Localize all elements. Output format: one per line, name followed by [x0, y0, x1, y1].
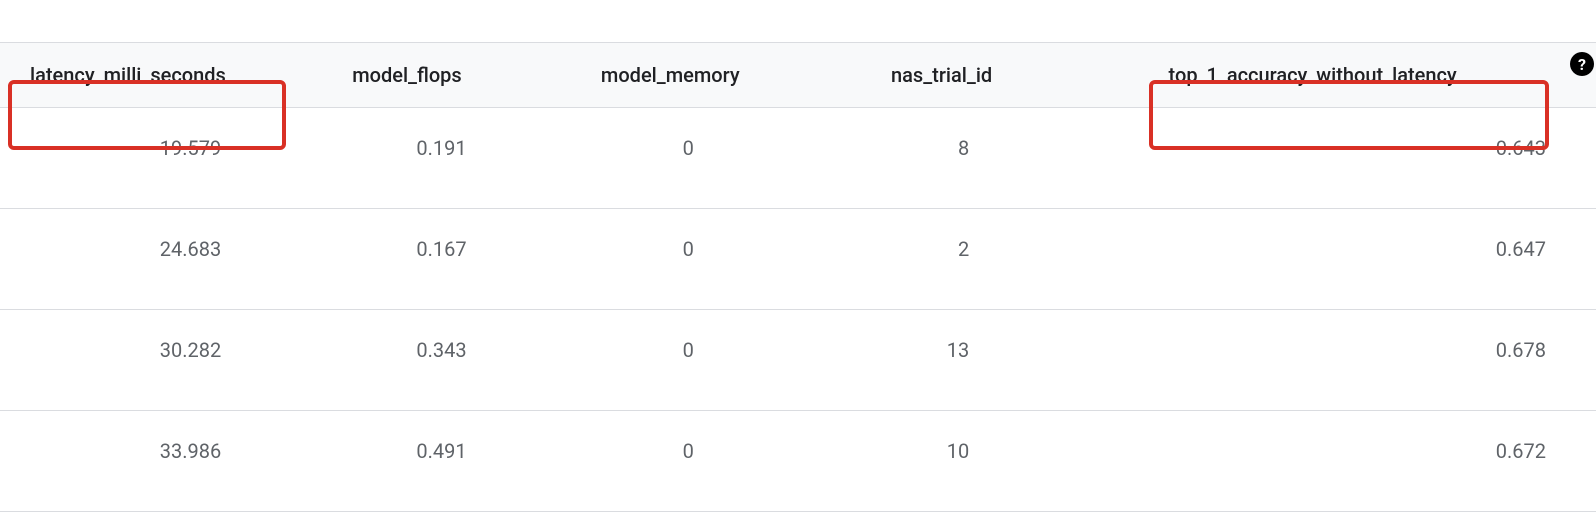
table-row[interactable]: 30.2820.3430130.678 — [0, 310, 1596, 411]
cell-trial: 13 — [814, 310, 1069, 411]
col-header-memory-label: model_memory — [601, 63, 740, 87]
cell-memory: 0 — [527, 310, 814, 411]
col-header-flops-label: model_flops — [352, 63, 462, 87]
cell-flops: 0.191 — [287, 108, 526, 209]
table-header-row: latency_milli_seconds model_flops model_… — [0, 43, 1596, 108]
col-header-latency[interactable]: latency_milli_seconds — [0, 43, 287, 108]
col-header-trial-label: nas_trial_id — [891, 63, 992, 87]
cell-latency: 33.986 — [0, 411, 287, 512]
cell-latency: 19.579 — [0, 108, 287, 209]
cell-accuracy: 0.643 — [1069, 108, 1596, 209]
table-row[interactable]: 19.5790.191080.643 — [0, 108, 1596, 209]
col-header-flops[interactable]: model_flops — [287, 43, 526, 108]
col-header-latency-label: latency_milli_seconds — [30, 63, 226, 87]
cell-accuracy: 0.678 — [1069, 310, 1596, 411]
results-table: latency_milli_seconds model_flops model_… — [0, 42, 1596, 512]
cell-accuracy: 0.672 — [1069, 411, 1596, 512]
cell-memory: 0 — [527, 411, 814, 512]
cell-flops: 0.491 — [287, 411, 526, 512]
col-header-accuracy-label: top_1_accuracy_without_latency — [1169, 63, 1457, 87]
col-header-accuracy[interactable]: top_1_accuracy_without_latency — [1069, 43, 1596, 108]
col-header-trial[interactable]: nas_trial_id — [814, 43, 1069, 108]
cell-memory: 0 — [527, 209, 814, 310]
cell-flops: 0.167 — [287, 209, 526, 310]
cell-trial: 10 — [814, 411, 1069, 512]
cell-trial: 2 — [814, 209, 1069, 310]
cell-trial: 8 — [814, 108, 1069, 209]
cell-memory: 0 — [527, 108, 814, 209]
col-header-memory[interactable]: model_memory — [527, 43, 814, 108]
cell-flops: 0.343 — [287, 310, 526, 411]
table-row[interactable]: 24.6830.167020.647 — [0, 209, 1596, 310]
cell-accuracy: 0.647 — [1069, 209, 1596, 310]
cell-latency: 24.683 — [0, 209, 287, 310]
table-row[interactable]: 33.9860.4910100.672 — [0, 411, 1596, 512]
cell-latency: 30.282 — [0, 310, 287, 411]
results-table-container: latency_milli_seconds model_flops model_… — [0, 42, 1596, 512]
